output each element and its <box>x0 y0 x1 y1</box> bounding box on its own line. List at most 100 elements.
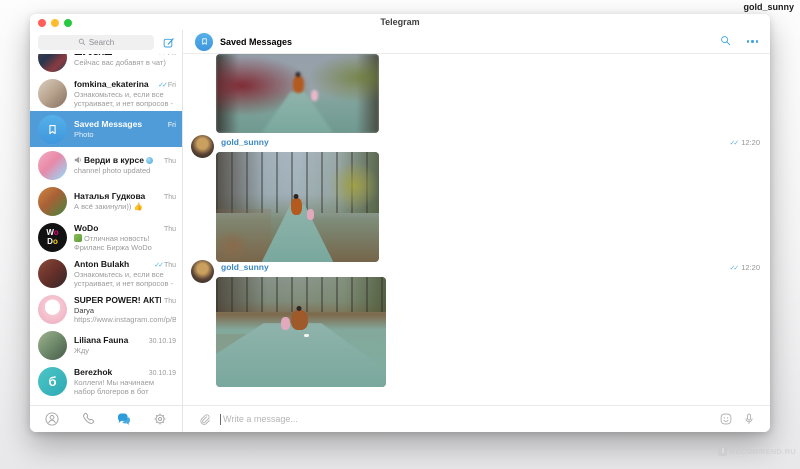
avatar <box>38 187 67 216</box>
double-check-icon <box>154 262 162 269</box>
chat-panel: Saved Messages <box>183 30 770 432</box>
photo-crouching-hug <box>216 277 386 387</box>
telegram-window: Telegram Search <box>30 14 770 432</box>
chat-time: Fri <box>158 54 176 57</box>
watermark-text: RECOMMEND.RU <box>729 447 796 456</box>
chat-time: Thu <box>164 158 176 165</box>
sidebar-item-natalya[interactable]: Наталья Гудкова Thu А всё закинули)) 👍 <box>30 183 182 219</box>
chat-time: Fri <box>158 81 176 89</box>
double-check-icon <box>158 54 166 57</box>
chat-name: Anton Bulakh <box>74 259 151 269</box>
chat-name: WoDo <box>74 223 161 233</box>
sender-name[interactable]: gold_sunny <box>221 137 269 147</box>
sidebar-item-anton[interactable]: Anton Bulakh Thu Ознакомьтесь и, если вс… <box>30 255 182 291</box>
chat-time: Thu <box>164 226 176 233</box>
sender-avatar[interactable] <box>191 135 214 158</box>
sender-avatar[interactable] <box>191 260 214 283</box>
chat-name: Liliana Fauna <box>74 335 146 345</box>
berezhok-logo-avatar: б <box>38 367 67 396</box>
message-photo-thumbnail <box>74 234 82 242</box>
bookmark-icon <box>46 123 59 136</box>
compose-button[interactable] <box>160 34 176 50</box>
chat-name: Наталья Гудкова <box>74 191 161 201</box>
chat-list[interactable]: ШУ0СХШ Fri Сейчас вас добавят в чат) fom… <box>30 54 182 405</box>
double-check-icon <box>729 264 737 272</box>
sidebar-item-verdi-channel[interactable]: Верди в курсе Thu channel photo updated <box>30 147 182 183</box>
chat-preview: Ознакомьтесь и, если все устраивает, и н… <box>74 90 176 108</box>
globe-emoji-icon <box>146 157 153 164</box>
avatar <box>38 295 67 324</box>
photo-message[interactable] <box>216 54 379 133</box>
chat-bubbles-icon <box>116 411 132 427</box>
chat-preview: Daryahttps://www.instagram.com/p/B4... <box>74 306 176 324</box>
search-input[interactable]: Search <box>38 35 154 50</box>
search-icon <box>78 38 86 46</box>
sidebar-item-super-power[interactable]: SUPER POWER! АКТИВ! Thu Daryahttps://www… <box>30 291 182 327</box>
microphone-icon[interactable] <box>742 412 756 426</box>
sidebar-item-saved-messages[interactable]: Saved Messages Fri Photo <box>30 111 182 147</box>
tab-settings[interactable] <box>150 409 170 429</box>
sidebar-item-berezhok[interactable]: б Berezhok 30.10.19 Коллеги! Мы начинаем… <box>30 363 182 399</box>
message-time: 12:20 <box>741 263 760 272</box>
photo-autumn-path <box>216 152 379 262</box>
saved-messages-avatar <box>38 115 67 144</box>
avatar <box>38 151 67 180</box>
emoji-smiley-icon[interactable] <box>719 412 733 426</box>
chat-time: Thu <box>164 298 176 305</box>
window-titlebar[interactable]: Telegram <box>30 14 770 30</box>
watermark-icon: I <box>718 447 727 456</box>
photo-message[interactable] <box>216 277 386 387</box>
sidebar: Search ШУ0СХШ Fri Сейчас вас добавят в ч… <box>30 30 183 432</box>
photo-autumn-walk-blurred <box>216 54 379 133</box>
paperclip-icon[interactable] <box>197 412 211 426</box>
double-check-icon <box>158 82 166 89</box>
sidebar-item-wodo[interactable]: Wo Do WoDo Thu Отличная новость! Фриланс… <box>30 219 182 255</box>
message-time: 12:20 <box>741 138 760 147</box>
chat-header[interactable]: Saved Messages <box>183 30 770 54</box>
chat-name: fomkina_ekaterina <box>74 79 155 89</box>
saved-messages-header-avatar <box>195 33 213 51</box>
sidebar-item-chat[interactable]: ШУ0СХШ Fri Сейчас вас добавят в чат) <box>30 54 182 75</box>
chat-name: SUPER POWER! АКТИВ! <box>74 295 161 305</box>
tab-contacts[interactable] <box>42 409 62 429</box>
desktop-background: gold_sunny Telegram Search <box>0 0 800 469</box>
chat-name: Berezhok <box>74 367 146 377</box>
wodo-logo-avatar: Wo Do <box>38 223 67 252</box>
sidebar-item-liliana[interactable]: Liliana Fauna 30.10.19 Жду <box>30 327 182 363</box>
contacts-person-icon <box>44 411 60 427</box>
search-placeholder: Search <box>89 38 114 47</box>
chat-preview: Сейчас вас добавят в чат) <box>74 58 176 67</box>
gear-icon <box>152 411 168 427</box>
chat-preview: Жду <box>74 346 176 355</box>
chat-name: Saved Messages <box>74 119 165 129</box>
chat-time: Fri <box>168 122 176 129</box>
compose-icon <box>162 36 175 49</box>
double-check-icon <box>729 139 737 147</box>
message-input-placeholder: Write a message... <box>223 414 298 424</box>
sidebar-tabbar <box>30 405 182 432</box>
sender-name[interactable]: gold_sunny <box>221 262 269 272</box>
message-input-bar: Write a message... <box>183 405 770 432</box>
chat-name: ШУ0СХШ <box>74 54 155 57</box>
search-icon <box>720 35 731 46</box>
phone-icon <box>80 411 96 427</box>
message-meta-row: gold_sunny 12:20 <box>183 135 770 151</box>
chat-preview: channel photo updated <box>74 166 176 175</box>
chat-preview: Ознакомьтесь и, если все устраивает, и н… <box>74 270 176 288</box>
watermark-badge: I RECOMMEND.RU <box>718 447 796 456</box>
tab-chats[interactable] <box>114 409 134 429</box>
chat-search-button[interactable] <box>720 33 731 51</box>
sidebar-item-fomkina[interactable]: fomkina_ekaterina Fri Ознакомьтесь и, ес… <box>30 75 182 111</box>
message-input[interactable]: Write a message... <box>220 414 710 425</box>
tab-calls[interactable] <box>78 409 98 429</box>
chat-name: Верди в курсе <box>74 155 161 165</box>
message-status: 12:20 <box>729 138 760 147</box>
text-caret <box>220 414 221 425</box>
chat-menu-button[interactable] <box>747 40 759 43</box>
avatar <box>38 54 67 72</box>
avatar <box>38 259 67 288</box>
chat-preview: Photo <box>74 130 176 139</box>
chat-time: 30.10.19 <box>149 370 176 377</box>
message-history[interactable]: gold_sunny 12:20 <box>183 54 770 405</box>
photo-message[interactable] <box>216 152 379 262</box>
